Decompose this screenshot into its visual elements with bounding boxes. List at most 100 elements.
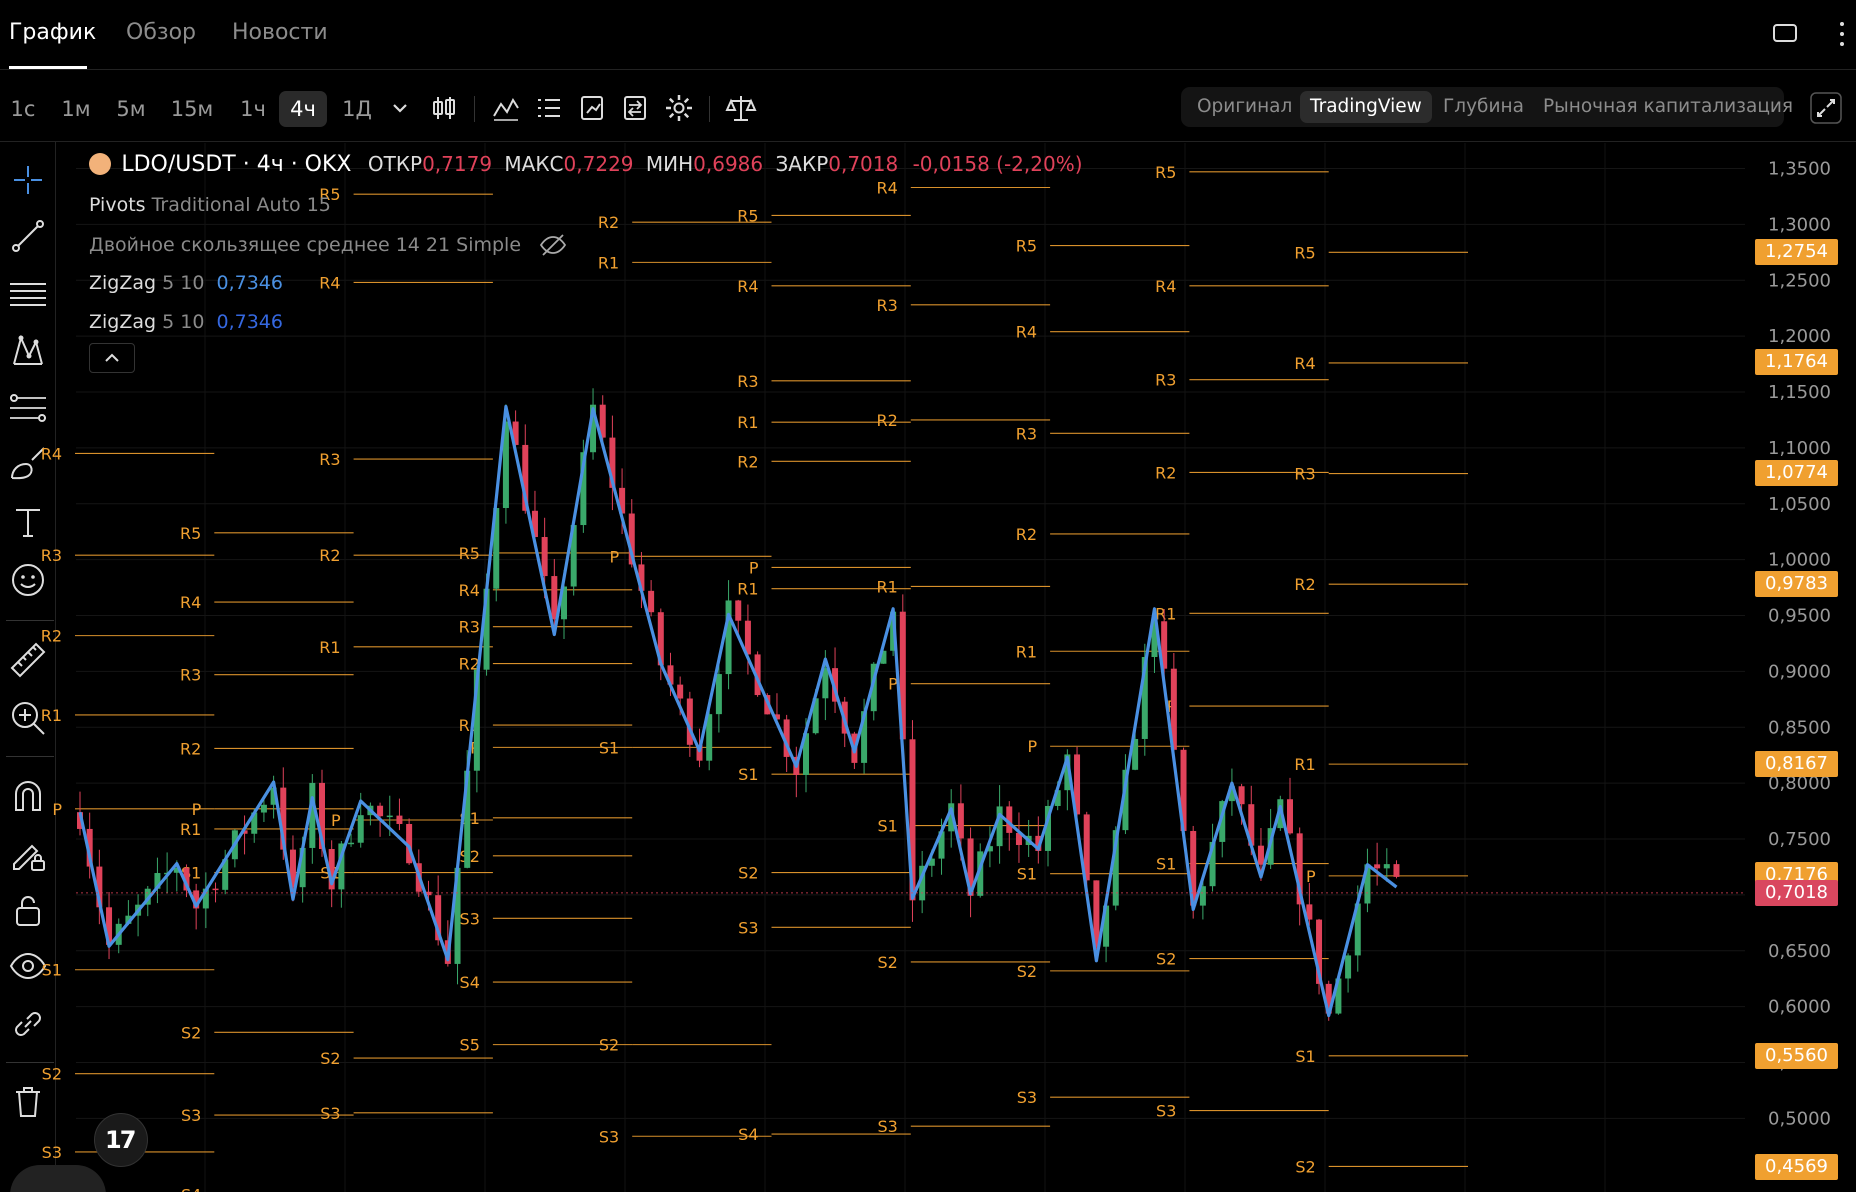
indicator-params: 5 10 [162,272,205,294]
pivot-label: S5 [460,1036,480,1055]
candle-body [260,804,267,813]
pivot-label: S1 [877,817,897,836]
pivot-label: S2 [738,864,758,883]
pivot-label: S4 [181,1185,201,1192]
symbol-row: LDO/USDT · 4ч · OKX ОТКР0,7179 МАКС0,722… [89,152,1083,177]
pivot-label: S2 [320,1049,340,1068]
collapse-legend-button[interactable] [89,343,135,373]
indicator-name: Pivots [89,194,146,216]
candle-body [648,590,655,613]
pivot-label: R3 [1016,424,1037,443]
candle-body [551,576,558,620]
pivot-price-tag: 1,1764 [1755,349,1838,376]
pivot-label: S3 [460,909,480,928]
candle-body [1374,864,1381,869]
chevron-up-icon [105,353,119,362]
candle-body [1345,955,1352,979]
pivot-label: R4 [459,581,480,600]
y-axis-tick-label: 1,1500 [1768,382,1831,403]
candle-body [357,815,364,843]
pivot-label: P [749,558,759,577]
indicator-zigzag-1[interactable]: ZigZag 5 10 0,7346 [89,272,283,294]
pivot-label: R4 [1294,354,1315,373]
open-label: ОТКР [367,152,423,176]
indicator-zigzag-2[interactable]: ZigZag 5 10 0,7346 [89,311,283,333]
pivot-label: R3 [319,450,340,469]
pivot-price-tag: 0,4569 [1755,1153,1838,1180]
pivot-label: S2 [877,953,897,972]
indicator-name: ZigZag [89,311,157,333]
symbol-label[interactable]: LDO/USDT · 4ч · OKX [121,152,351,177]
pivot-label: S1 [42,961,62,980]
pivot-label: R3 [180,666,201,685]
candle-body [996,806,1003,847]
pivot-label: S3 [877,1117,897,1136]
low-label: МИН [645,152,694,176]
close-value: 0,7018 [828,152,899,176]
pivot-label: S2 [42,1065,62,1084]
pivot-price-tag: 0,5560 [1755,1042,1838,1069]
pivot-label: S3 [181,1106,201,1125]
pivot-price-tag: 1,2754 [1755,238,1838,265]
pivot-label: S1 [599,738,619,757]
pivot-label: S2 [181,1023,201,1042]
pivot-label: R1 [877,577,898,596]
pivot-label: R3 [1155,371,1176,390]
pivot-label: R1 [41,706,62,725]
y-axis-tick-label: 1,3000 [1768,214,1831,235]
y-axis-tick-label: 0,7500 [1768,829,1831,850]
indicator-pivots[interactable]: Pivots Traditional Auto 15 [89,194,331,216]
pivot-label: R2 [319,546,340,565]
tradingview-logo-text: 17 [105,1126,136,1154]
pivot-label: S2 [599,1036,619,1055]
pivot-price-tag: 1,0774 [1755,460,1838,487]
high-value: 0,7229 [563,152,634,176]
pivot-label: P [192,800,202,819]
pivot-label: R3 [877,296,898,315]
pivot-label: P [331,811,341,830]
candle-body [957,803,964,839]
high-label: МАКС [504,152,564,176]
pivot-label: R1 [598,253,619,272]
current-price-tag: 0,7018 [1755,879,1838,906]
pivot-label: R3 [41,546,62,565]
pivot-label: R5 [459,544,480,563]
pivot-price-tag: 0,9783 [1755,570,1838,597]
y-axis-tick-label: 1,0000 [1768,550,1831,571]
pivot-label: R3 [737,372,758,391]
candle-body [677,684,684,699]
price-chart[interactable]: R4R3R2R1PS1S2S3S4R5R4R3R2R1PS1S2S3S4R5R4… [0,0,1856,1192]
pivot-label: S4 [460,973,480,992]
y-axis-tick-label: 1,3500 [1768,159,1831,180]
y-axis-tick-label: 0,6000 [1768,997,1831,1018]
pivot-label: S2 [1295,1157,1315,1176]
indicator-value: 0,7346 [216,272,283,294]
candle-body [1257,845,1264,865]
candle-body [386,815,393,818]
pivot-label: R1 [180,820,201,839]
low-value: 0,6986 [693,152,764,176]
close-label: ЗАКР [775,152,829,176]
pivot-label: P [610,547,620,566]
pivot-label: P [1306,867,1316,886]
pivot-label: R4 [319,273,340,292]
tradingview-logo[interactable]: 17 [94,1113,148,1167]
y-axis-tick-label: 0,8500 [1768,717,1831,738]
y-axis-tick-label: 0,9500 [1768,606,1831,627]
pivot-label: R2 [1016,525,1037,544]
pivot-label: S3 [599,1127,619,1146]
pivot-label: P [1027,737,1037,756]
pivot-label: R5 [1294,243,1315,262]
pivot-label: R1 [319,638,340,657]
pivot-label: R1 [737,580,758,599]
indicator-params: 5 10 [162,311,205,333]
indicator-double-ma[interactable]: Двойное скользящее среднее 14 21 Simple [89,233,567,257]
pivot-label: R2 [737,452,758,471]
eye-hidden-icon[interactable] [539,233,567,257]
pivot-label: R2 [1155,463,1176,482]
pivot-label: R4 [877,178,898,197]
candle-body [735,600,742,621]
pivot-label: R3 [459,618,480,637]
avatar-partial[interactable] [10,1165,106,1192]
pivot-label: S1 [1017,865,1037,884]
